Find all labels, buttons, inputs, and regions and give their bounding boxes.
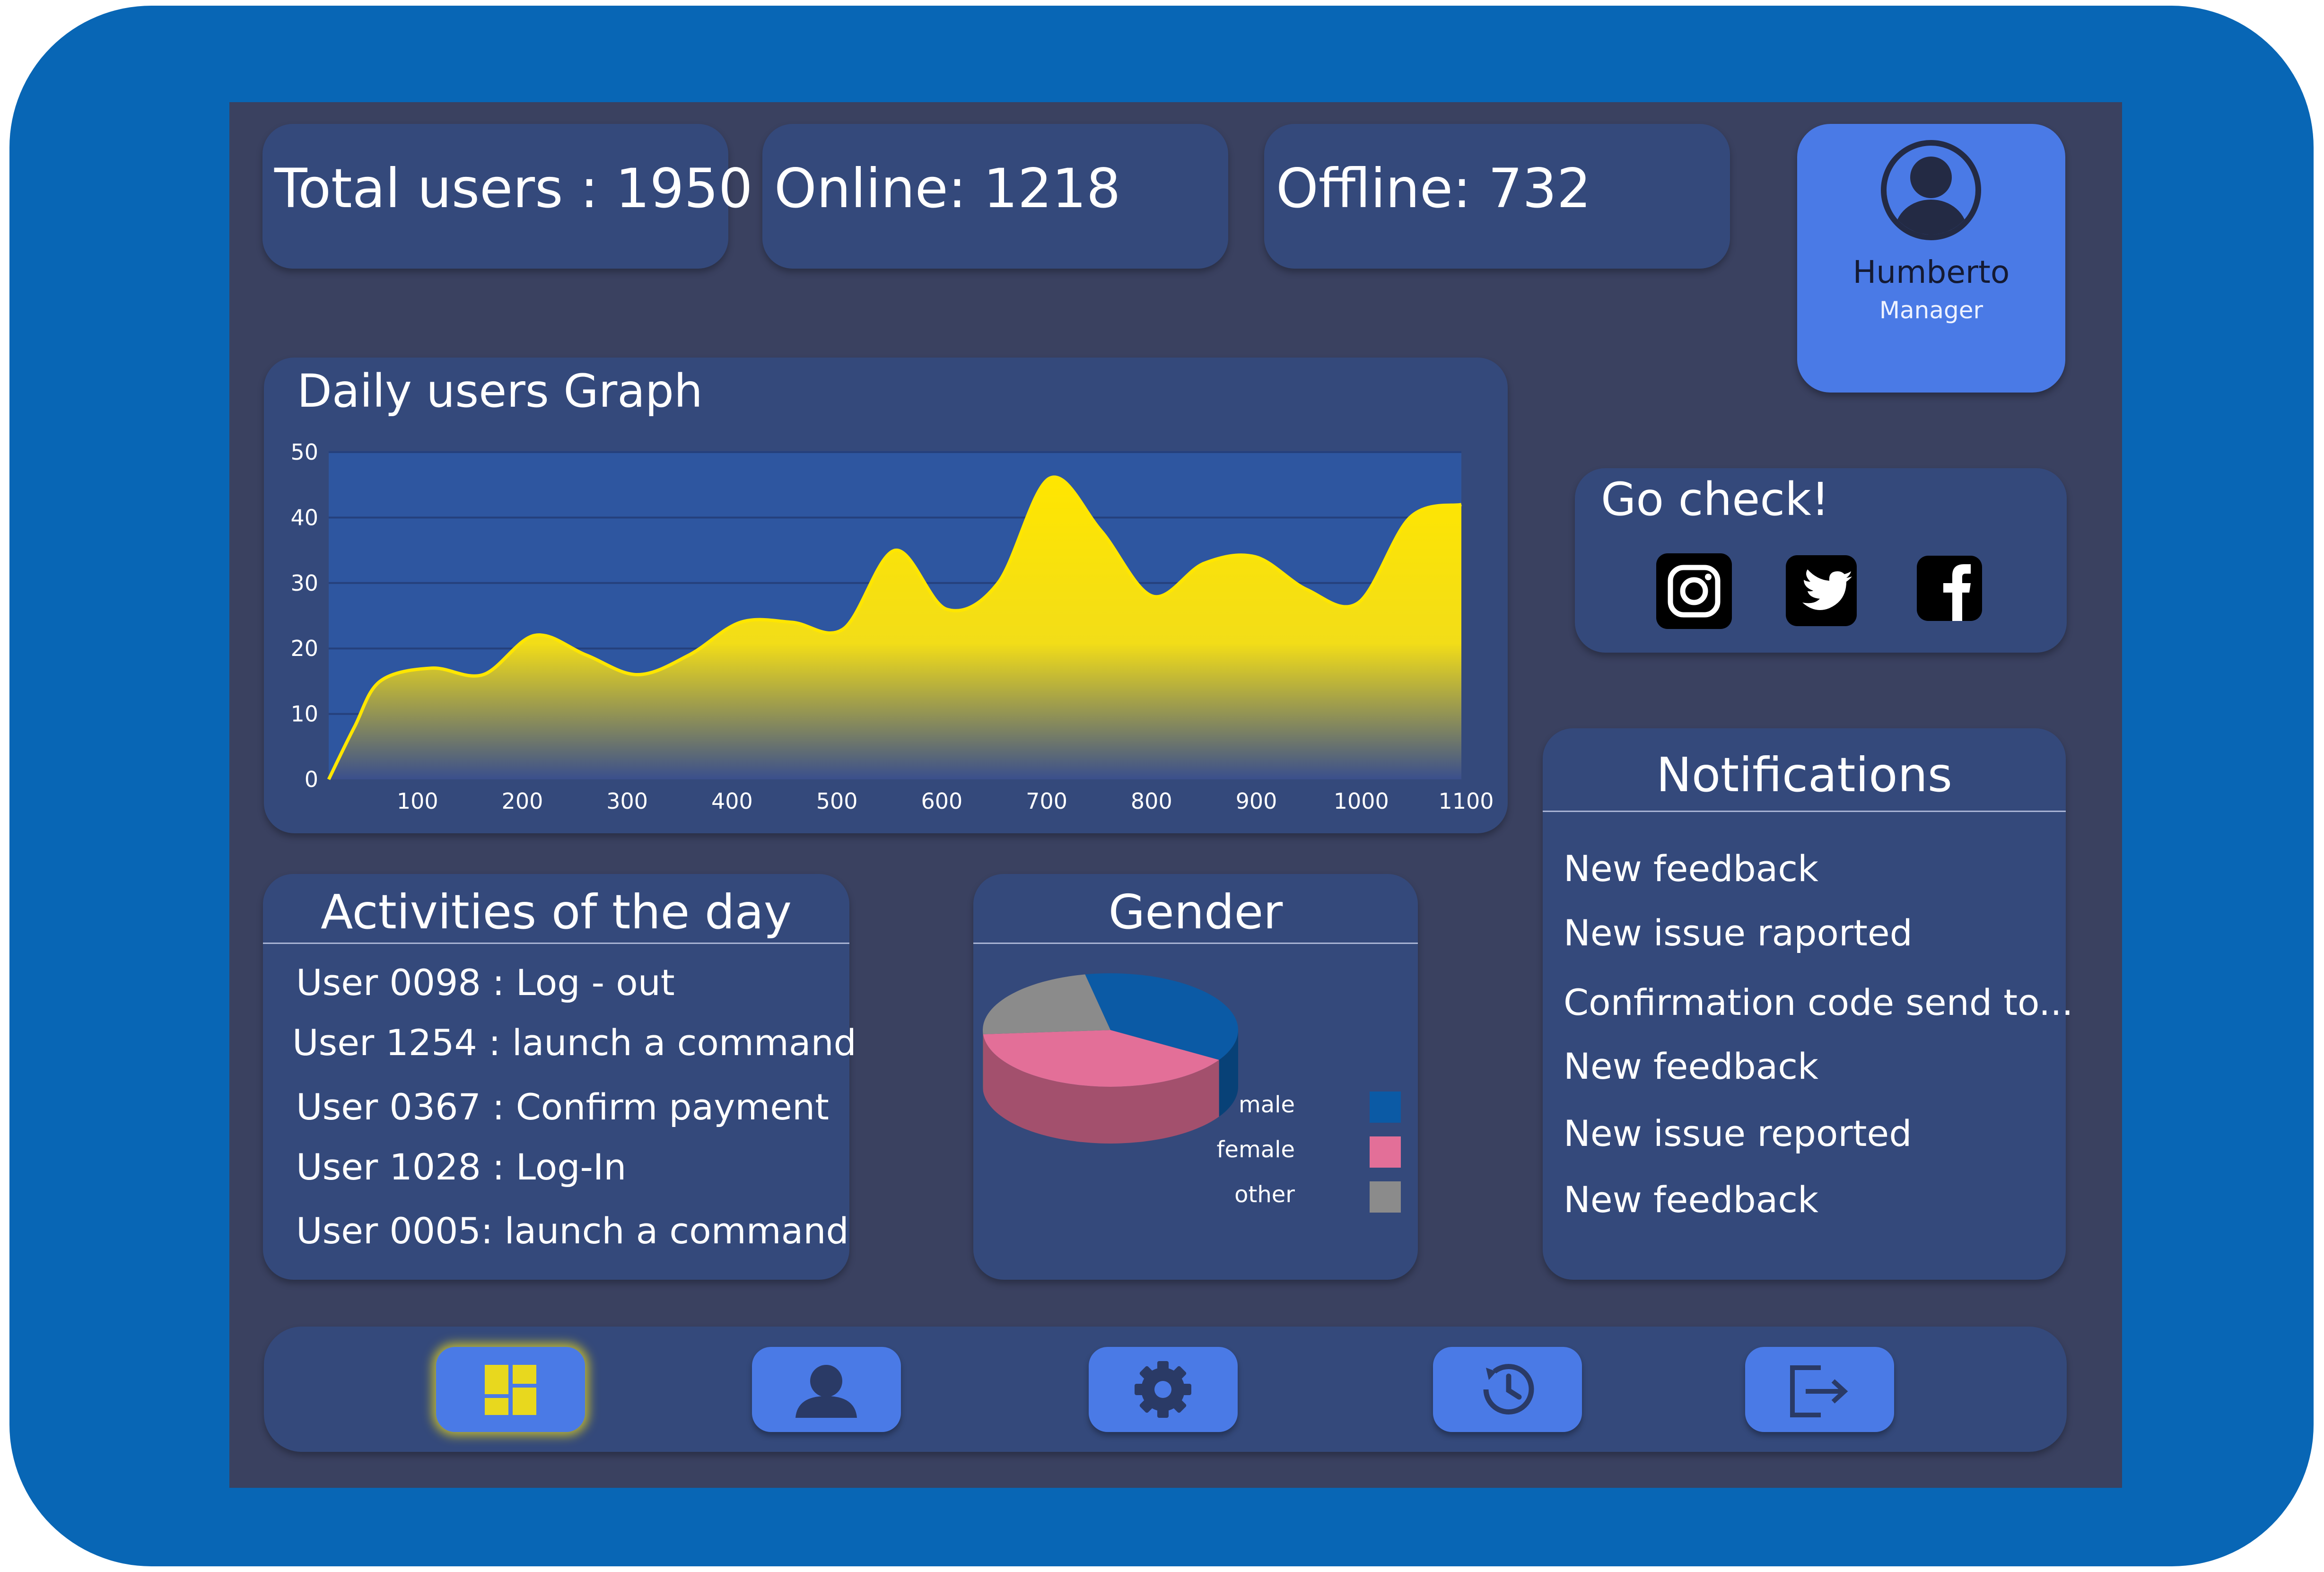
social-title: Go check!	[1601, 473, 1830, 526]
y-tick-label: 0	[305, 767, 318, 792]
gender-card: Gender male female other	[973, 874, 1418, 1280]
nav-profile-button[interactable]	[752, 1347, 901, 1432]
x-tick-label: 200	[502, 788, 543, 814]
logout-icon	[1790, 1365, 1848, 1417]
x-tick-label: 400	[711, 788, 753, 814]
daily-users-chart: 0 10 20 30 40 50 100 200 300 400 500 600 700 800 900 1…	[290, 439, 1494, 814]
facebook-icon[interactable]	[1917, 556, 1982, 621]
legend-swatch-female	[1370, 1136, 1401, 1168]
total-users-card: Total users : 1950	[262, 124, 753, 269]
notifications-title: Notifications	[1656, 747, 1952, 803]
offline-users-card: Offline: 732	[1264, 124, 1730, 269]
y-tick-label: 50	[290, 439, 318, 465]
y-tick-label: 20	[290, 636, 318, 661]
notification-item[interactable]: New issue raported	[1564, 912, 1913, 954]
activities-title: Activities of the day	[321, 884, 792, 940]
activity-item: User 1254 : launch a command	[292, 1022, 856, 1064]
x-tick-label: 300	[606, 788, 648, 814]
profile-role: Manager	[1879, 297, 1983, 324]
total-users-label: Total users : 1950	[274, 157, 753, 220]
profile-card[interactable]: Humberto Manager	[1797, 124, 2065, 393]
notifications-card: Notifications New feedback New issue rap…	[1543, 728, 2073, 1280]
gender-divider	[973, 943, 1418, 944]
legend-swatch-male	[1370, 1092, 1401, 1123]
activities-card: Activities of the day User 0098 : Log - …	[263, 874, 856, 1280]
user-icon	[795, 1365, 857, 1418]
x-tick-label: 700	[1026, 788, 1067, 814]
offline-users-label: Offline: 732	[1276, 157, 1591, 220]
instagram-icon[interactable]	[1656, 553, 1732, 629]
notification-item[interactable]: New feedback	[1564, 1045, 1818, 1087]
activity-item: User 0367 : Confirm payment	[296, 1086, 829, 1128]
y-tick-label: 40	[290, 505, 318, 530]
activity-item: User 0098 : Log - out	[296, 961, 675, 1004]
history-icon	[1483, 1364, 1534, 1415]
legend-label-other: other	[1234, 1181, 1295, 1208]
notifications-divider	[1543, 811, 2066, 812]
online-users-label: Online: 1218	[774, 157, 1121, 220]
online-users-card: Online: 1218	[762, 124, 1228, 269]
notification-item[interactable]: Confirmation code send to...	[1564, 981, 2073, 1023]
settings-icon	[1135, 1361, 1191, 1418]
x-tick-label: 800	[1131, 788, 1172, 814]
nav-history-button[interactable]	[1433, 1347, 1582, 1432]
legend-label-male: male	[1238, 1092, 1295, 1118]
nav-settings-button[interactable]	[1089, 1347, 1238, 1432]
profile-name: Humberto	[1852, 254, 2010, 290]
activity-item: User 1028 : Log-In	[296, 1146, 627, 1188]
notification-item[interactable]: New issue reported	[1564, 1112, 1912, 1154]
x-tick-label: 500	[816, 788, 858, 814]
x-tick-label: 100	[397, 788, 438, 814]
daily-users-card: Daily users Graph 0 10 20 30 40 50 100 200 300 4…	[264, 358, 1508, 833]
x-tick-label: 1000	[1334, 788, 1389, 814]
activities-divider	[263, 943, 849, 944]
legend-label-female: female	[1216, 1136, 1295, 1163]
dashboard-icon	[485, 1365, 536, 1415]
notification-item[interactable]: New feedback	[1564, 847, 1818, 890]
x-tick-label: 900	[1236, 788, 1277, 814]
user-avatar-icon	[1881, 140, 1981, 240]
activity-item: User 0005: launch a command	[296, 1210, 849, 1252]
y-tick-label: 10	[290, 701, 318, 727]
y-tick-label: 30	[290, 570, 318, 596]
nav-dashboard-button[interactable]	[436, 1347, 585, 1432]
gender-pie-chart	[983, 973, 1238, 1144]
x-tick-label: 1100	[1438, 788, 1494, 814]
twitter-icon[interactable]	[1786, 555, 1857, 626]
nav-logout-button[interactable]	[1745, 1347, 1894, 1432]
gender-title: Gender	[1108, 884, 1283, 940]
legend-swatch-other	[1370, 1181, 1401, 1213]
x-tick-label: 600	[921, 788, 962, 814]
notification-item[interactable]: New feedback	[1564, 1179, 1818, 1221]
